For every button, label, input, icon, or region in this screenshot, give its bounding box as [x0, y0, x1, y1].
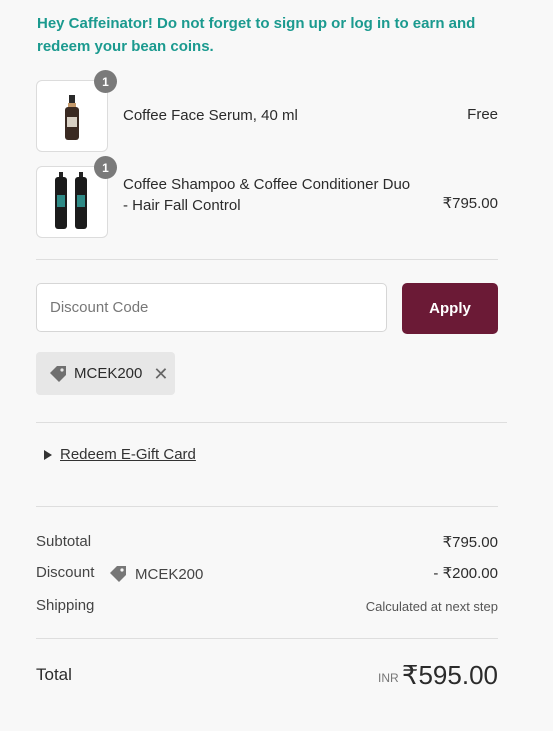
tag-icon — [50, 365, 66, 382]
shampoo-bottles-image — [55, 172, 87, 229]
triangle-right-icon — [44, 449, 52, 460]
divider — [36, 638, 498, 639]
discount-label: Discount — [36, 564, 95, 581]
product-thumbnail — [36, 166, 108, 238]
product-name: Coffee Shampoo & Coffee Conditioner Duo … — [123, 176, 411, 214]
divider — [36, 259, 498, 260]
product-thumbnail — [36, 80, 108, 152]
redeem-gift-card-toggle[interactable]: Redeem E-Gift Card — [44, 446, 196, 463]
divider — [36, 506, 498, 507]
signup-banner: Hey Caffeinator! Do not forget to sign u… — [37, 15, 476, 55]
tag-icon — [110, 566, 126, 582]
discount-code-input[interactable] — [36, 283, 387, 332]
discount-value: - ₹200.00 — [433, 565, 498, 582]
subtotal-label: Subtotal — [36, 533, 92, 550]
line-item: 1 Coffee Face Serum, 40 ml Free — [36, 70, 498, 152]
discount-code-display: MCEK200 — [108, 564, 203, 584]
quantity-badge: 1 — [94, 156, 117, 179]
applied-code: MCEK200 — [74, 365, 143, 382]
quantity-badge: 1 — [94, 70, 117, 93]
apply-button[interactable]: Apply — [402, 283, 498, 334]
applied-discount-chip: MCEK200 ✕ — [36, 352, 175, 395]
currency-code: INR — [378, 671, 399, 685]
subtotal-row: Subtotal ₹795.00 — [36, 533, 498, 553]
total-value: ₹595.00 — [401, 660, 498, 690]
product-name: Coffee Face Serum, 40 ml — [123, 107, 298, 124]
line-item: 1 Coffee Shampoo & Coffee Conditioner Du… — [36, 156, 498, 238]
shipping-label: Shipping — [36, 597, 95, 614]
product-price: ₹795.00 — [442, 195, 498, 212]
discount-row: Discount MCEK200 - ₹200.00 — [36, 564, 498, 584]
remove-discount-icon[interactable]: ✕ — [153, 365, 168, 383]
shipping-value: Calculated at next step — [365, 599, 498, 614]
serum-bottle-image — [65, 95, 79, 140]
divider — [36, 422, 507, 423]
subtotal-value: ₹795.00 — [442, 534, 498, 551]
product-price: Free — [467, 106, 498, 123]
shipping-row: Shipping Calculated at next step — [36, 597, 498, 617]
total-label: Total — [36, 665, 72, 684]
redeem-gift-card-label[interactable]: Redeem E-Gift Card — [60, 446, 196, 463]
discount-code: MCEK200 — [135, 565, 204, 583]
